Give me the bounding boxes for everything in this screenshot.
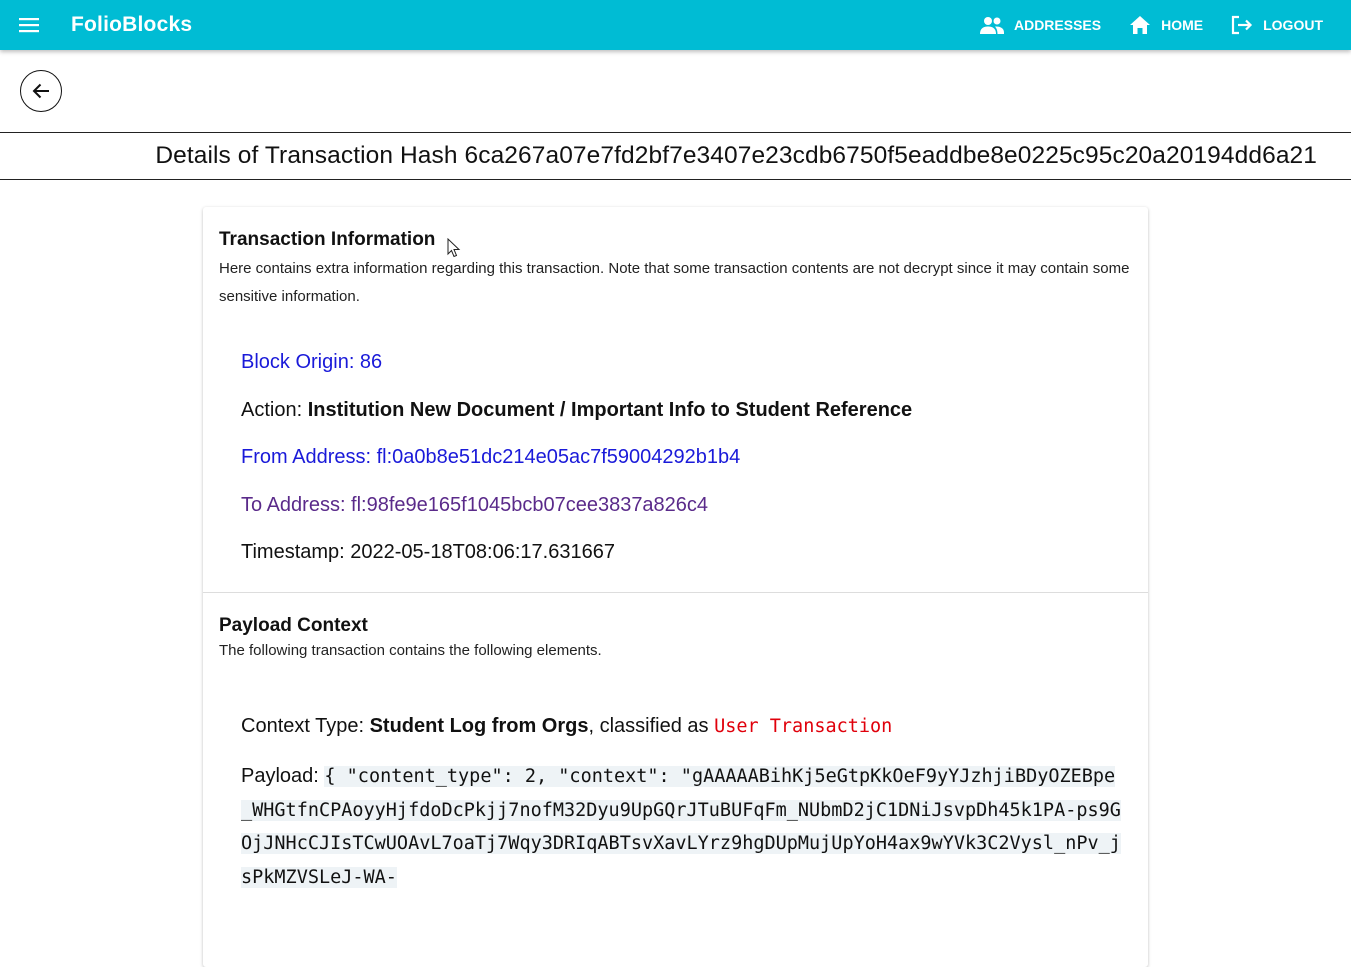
title-bar: Details of Transaction Hash 6ca267a07e7f… — [0, 132, 1351, 180]
context-type-value: Student Log from Orgs — [369, 714, 589, 737]
home-label: HOME — [1161, 17, 1204, 33]
mouse-cursor-icon — [447, 238, 461, 258]
page-title: Details of Transaction Hash 6ca267a07e7f… — [155, 142, 1317, 169]
payload-code: { "content_type": 2, "context": "gAAAAAB… — [241, 766, 1121, 888]
action-label: Action: — [241, 398, 308, 421]
people-icon — [979, 17, 1004, 34]
home-icon — [1130, 16, 1151, 34]
transaction-info-title: Transaction Information — [219, 229, 436, 250]
home-button[interactable]: HOME — [1129, 0, 1203, 50]
logout-button[interactable]: LOGOUT — [1231, 0, 1323, 50]
arrow-left-icon — [32, 83, 49, 99]
transaction-card: Transaction Information Here contains ex… — [203, 207, 1148, 967]
from-address-link[interactable]: From Address: fl:0a0b8e51dc214e05ac7f590… — [241, 434, 1132, 482]
back-row — [0, 50, 1351, 132]
context-type-label: Context Type: — [241, 714, 370, 737]
transaction-info-subtitle: Here contains extra information regardin… — [219, 260, 1130, 305]
logout-label: LOGOUT — [1263, 17, 1323, 33]
action-field: Action: Institution New Document / Impor… — [241, 387, 1132, 435]
menu-icon — [19, 18, 39, 33]
addresses-button[interactable]: ADDRESSES — [979, 0, 1102, 50]
context-type-field: Context Type: Student Log from Orgs, cla… — [241, 703, 1132, 751]
block-origin-link[interactable]: Block Origin: 86 — [241, 339, 1132, 387]
payload-label: Payload: — [241, 765, 325, 787]
menu-button[interactable] — [0, 0, 58, 50]
brand-title[interactable]: FolioBlocks — [71, 13, 192, 37]
payload-context-subtitle: The following transaction contains the f… — [219, 641, 602, 659]
payload-context-title: Payload Context — [219, 614, 368, 636]
timestamp-field: Timestamp: 2022-05-18T08:06:17.631667 — [241, 541, 615, 563]
classification-value: User Transaction — [714, 715, 893, 737]
back-button[interactable] — [20, 70, 62, 112]
payload-field: Payload: { "content_type": 2, "context":… — [241, 760, 1121, 894]
logout-icon — [1232, 15, 1253, 35]
app-bar: FolioBlocks ADDRESSES HOME LOGOUT — [0, 0, 1351, 50]
addresses-label: ADDRESSES — [1013, 17, 1102, 33]
payload-context-section: Payload Context The following transactio… — [203, 593, 1148, 895]
action-value: Institution New Document / Important Inf… — [307, 398, 913, 421]
to-address-link[interactable]: To Address: fl:98fe9e165f1045bcb07cee383… — [241, 482, 1132, 530]
transaction-info-section: Transaction Information Here contains ex… — [203, 207, 1148, 577]
classified-label: , classified as — [588, 714, 715, 737]
